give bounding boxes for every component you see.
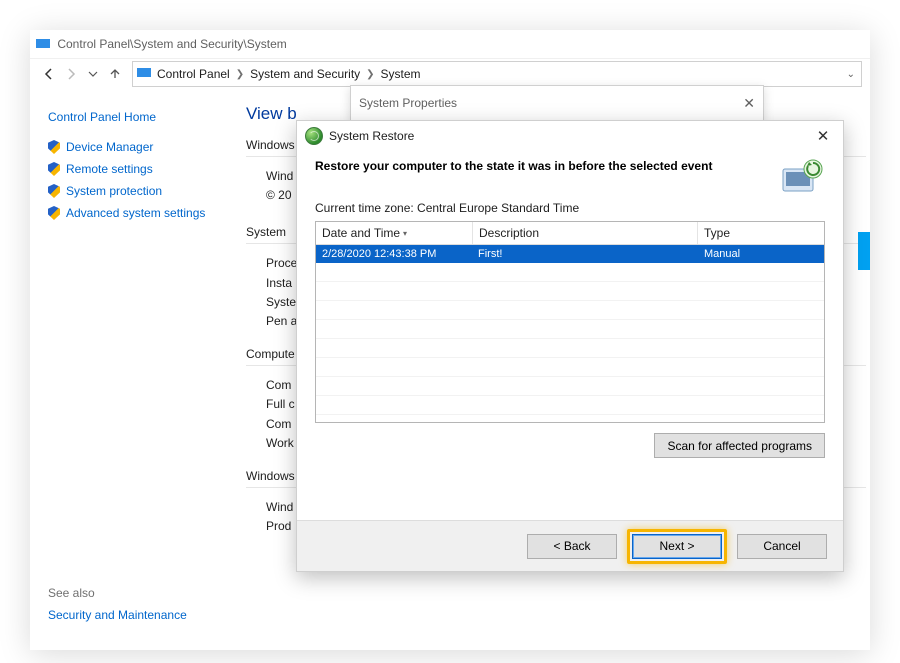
table-row — [316, 263, 824, 282]
system-properties-title: System Properties — [359, 96, 457, 110]
column-header-type[interactable]: Type — [698, 222, 824, 244]
shield-icon — [48, 184, 60, 198]
security-maintenance-link[interactable]: Security and Maintenance — [48, 608, 187, 622]
dialog-footer: < Back Next > Cancel — [297, 520, 843, 571]
table-row — [316, 358, 824, 377]
monitor-icon — [137, 68, 151, 80]
table-row — [316, 320, 824, 339]
close-button[interactable]: ✕ — [811, 127, 835, 145]
system-restore-dialog: System Restore ✕ Restore your computer t… — [296, 120, 844, 572]
close-icon[interactable]: ✕ — [743, 95, 755, 112]
nav-back-button[interactable] — [38, 63, 60, 85]
cell-type: Manual — [698, 248, 824, 260]
crumb-0[interactable]: Control Panel — [157, 67, 230, 81]
system-properties-dialog: System Properties ✕ — [350, 85, 764, 121]
sidebar-link-device-manager[interactable]: Device Manager — [48, 140, 258, 154]
restore-icon — [305, 127, 323, 145]
next-button-highlight: Next > — [627, 529, 727, 564]
back-button[interactable]: < Back — [527, 534, 617, 559]
chevron-right-icon: ❯ — [366, 69, 374, 80]
crumb-2[interactable]: System — [381, 67, 421, 81]
nav-forward-button[interactable] — [60, 63, 82, 85]
sidebar-link-advanced-settings[interactable]: Advanced system settings — [48, 206, 258, 220]
table-row — [316, 301, 824, 320]
window-title-bar: Control Panel\System and Security\System — [30, 30, 870, 58]
dialog-heading: Restore your computer to the state it wa… — [315, 159, 715, 173]
chevron-down-icon[interactable]: ⌄ — [841, 69, 861, 80]
sidebar: Control Panel Home Device Manager Remote… — [30, 90, 258, 228]
dialog-body: Restore your computer to the state it wa… — [297, 151, 843, 521]
shield-icon — [48, 206, 60, 220]
nav-recent-dropdown[interactable] — [82, 63, 104, 85]
table-row — [316, 377, 824, 396]
restore-points-table[interactable]: Date and Time▾ Description Type 2/28/202… — [315, 221, 825, 423]
dialog-title: System Restore — [329, 129, 414, 143]
crumb-1[interactable]: System and Security — [250, 67, 360, 81]
chevron-right-icon: ❯ — [236, 69, 244, 80]
column-header-datetime[interactable]: Date and Time▾ — [316, 222, 473, 244]
sort-desc-icon: ▾ — [403, 229, 407, 238]
table-row — [316, 282, 824, 301]
cancel-button[interactable]: Cancel — [737, 534, 827, 559]
next-button[interactable]: Next > — [632, 534, 722, 559]
table-row — [316, 396, 824, 415]
windows-logo-fragment — [858, 232, 870, 270]
cell-datetime: 2/28/2020 12:43:38 PM — [316, 248, 472, 260]
monitor-icon — [36, 39, 50, 51]
window-title-text: Control Panel\System and Security\System — [57, 37, 286, 51]
table-row — [316, 339, 824, 358]
shield-icon — [48, 162, 60, 176]
control-panel-home-link[interactable]: Control Panel Home — [48, 110, 258, 124]
nav-up-button[interactable] — [104, 63, 126, 85]
cell-description: First! — [472, 248, 698, 260]
table-row[interactable]: 2/28/2020 12:43:38 PM First! Manual — [316, 245, 824, 263]
see-also-label: See also — [48, 586, 95, 600]
table-header: Date and Time▾ Description Type — [316, 222, 824, 245]
timezone-label: Current time zone: Central Europe Standa… — [315, 201, 825, 215]
breadcrumb[interactable]: Control Panel ❯ System and Security ❯ Sy… — [132, 61, 862, 87]
restore-graphic-icon — [779, 157, 827, 199]
sidebar-link-system-protection[interactable]: System protection — [48, 184, 258, 198]
column-header-description[interactable]: Description — [473, 222, 698, 244]
sidebar-link-remote-settings[interactable]: Remote settings — [48, 162, 258, 176]
dialog-title-bar: System Restore ✕ — [297, 121, 843, 151]
scan-affected-button[interactable]: Scan for affected programs — [654, 433, 825, 458]
shield-icon — [48, 140, 60, 154]
